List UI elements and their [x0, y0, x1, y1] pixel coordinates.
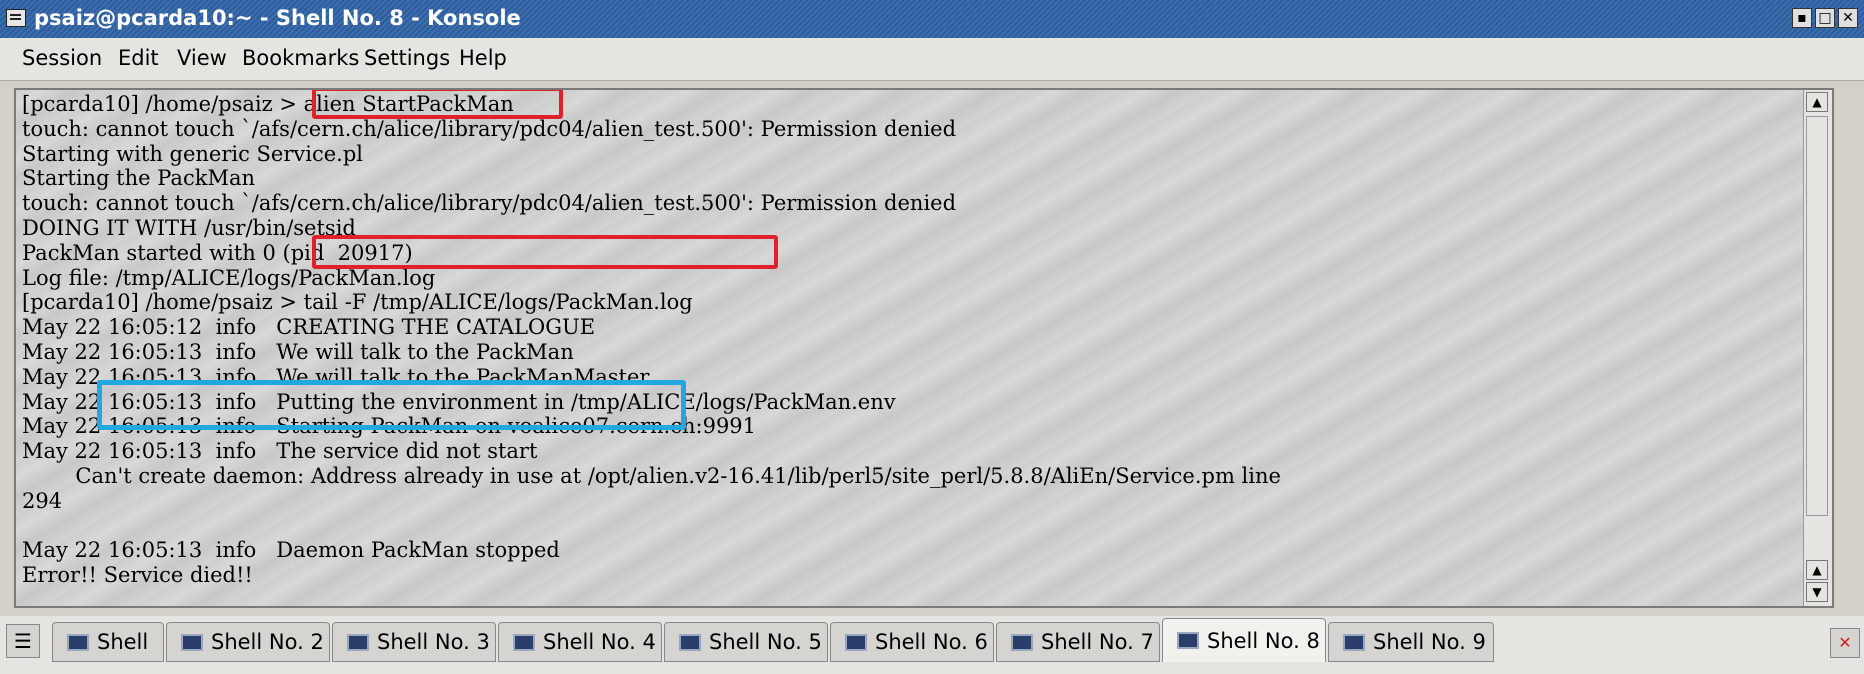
terminal-line: May 22 16:05:13 info We will talk to the…	[22, 339, 574, 364]
terminal-line: May 22 16:05:12 info CREATING THE CATALO…	[22, 315, 596, 340]
scroll-up-arrow-icon-lower[interactable]: ▲	[1806, 560, 1828, 580]
terminal-line: Starting the PackMan	[22, 166, 255, 191]
terminal-icon	[679, 633, 701, 651]
terminal-line: [pcarda10] /home/psaiz > alien StartPack…	[22, 92, 514, 116]
menu-view[interactable]: View	[177, 46, 227, 70]
terminal-icon	[845, 633, 867, 651]
tab-shell-6[interactable]: Shell No. 6	[830, 622, 994, 662]
terminal-line: [pcarda10] /home/psaiz > tail -F /tmp/AL…	[22, 290, 693, 315]
terminal-view[interactable]: [pcarda10] /home/psaiz > alien StartPack…	[14, 88, 1834, 608]
menu-help[interactable]: Help	[459, 46, 507, 70]
terminal-line: Log file: /tmp/ALICE/logs/PackMan.log	[22, 265, 436, 290]
tab-shell-3[interactable]: Shell No. 3	[332, 622, 496, 662]
tab-shell-5[interactable]: Shell No. 5	[664, 622, 828, 662]
terminal-line: Starting with generic Service.pl	[22, 141, 363, 166]
terminal-icon	[1011, 633, 1033, 651]
tab-shell-4[interactable]: Shell No. 4	[498, 622, 662, 662]
scroll-down-arrow-icon[interactable]: ▼	[1806, 582, 1828, 602]
terminal-line: touch: cannot touch `/afs/cern.ch/alice/…	[22, 116, 957, 141]
tab-shell-7[interactable]: Shell No. 7	[996, 622, 1160, 662]
menu-settings[interactable]: Settings	[364, 46, 450, 70]
new-session-icon[interactable]: ☰	[6, 624, 40, 658]
scroll-up-arrow-icon[interactable]: ▲	[1806, 92, 1828, 112]
tab-bar: ☰ Shell Shell No. 2 Shell No. 3 Shell No…	[0, 616, 1864, 674]
terminal-icon	[181, 633, 203, 651]
terminal-line: 294	[22, 488, 63, 513]
menu-session[interactable]: Session	[22, 46, 102, 70]
scrollbar-thumb[interactable]	[1806, 116, 1828, 516]
highlight-tail-command	[312, 235, 778, 269]
terminal-icon	[1177, 632, 1199, 649]
terminal-icon	[513, 633, 535, 651]
terminal-output: [pcarda10] /home/psaiz > alien StartPack…	[22, 92, 1281, 588]
terminal-line: touch: cannot touch `/afs/cern.ch/alice/…	[22, 191, 957, 216]
tab-shell-8[interactable]: Shell No. 8	[1162, 618, 1326, 662]
menu-bookmarks[interactable]: Bookmarks	[242, 46, 359, 70]
terminal-icon	[347, 633, 369, 651]
title-bar[interactable]: psaiz@pcarda10:~ - Shell No. 8 - Konsole…	[0, 0, 1864, 39]
terminal-icon	[67, 633, 89, 651]
tab-shell-1[interactable]: Shell	[52, 622, 164, 662]
close-session-icon[interactable]: ✕	[1830, 628, 1860, 658]
minimize-button[interactable]: ▪	[1792, 8, 1812, 28]
konsole-app-icon[interactable]	[6, 9, 26, 27]
terminal-line: May 22 16:05:13 info Daemon PackMan stop…	[22, 538, 560, 563]
window-controls: ▪ □ ✕	[1792, 8, 1858, 28]
terminal-icon	[1343, 633, 1365, 651]
highlight-daemon-error	[97, 380, 686, 430]
window-title: psaiz@pcarda10:~ - Shell No. 8 - Konsole	[34, 6, 521, 30]
terminal-line: Can't create daemon: Address already in …	[22, 463, 1281, 488]
maximize-button[interactable]: □	[1815, 8, 1835, 28]
tab-shell-9[interactable]: Shell No. 9	[1328, 622, 1494, 662]
menu-bar: Session Edit View Bookmarks Settings Hel…	[0, 38, 1864, 81]
vertical-scrollbar[interactable]: ▲ ▲ ▼	[1803, 90, 1832, 606]
terminal-line: May 22 16:05:13 info The service did not…	[22, 439, 538, 464]
terminal-line: Error!! Service died!!	[22, 563, 253, 588]
close-button[interactable]: ✕	[1838, 8, 1858, 28]
highlight-start-command	[312, 90, 563, 119]
tab-shell-2[interactable]: Shell No. 2	[166, 622, 330, 662]
menu-edit[interactable]: Edit	[118, 46, 159, 70]
